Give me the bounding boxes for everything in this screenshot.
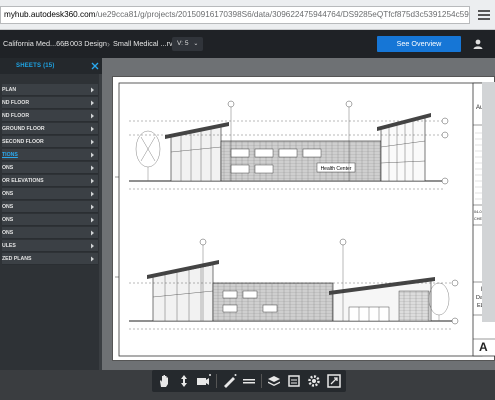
breadcrumb-separator: › [107, 39, 110, 49]
viewer-canvas[interactable]: Health Center CHECK A [102, 58, 495, 370]
breadcrumb-folder[interactable]: 003 Design [70, 30, 107, 58]
sheet-list-item[interactable]: ONS [2, 227, 98, 239]
sheet-list-item-label: ND FLOOR [2, 113, 30, 119]
url-host: myhub.autodesk360.com [4, 10, 96, 19]
chevron-right-icon [91, 113, 94, 119]
chevron-right-icon [91, 230, 94, 236]
sheet-list-item[interactable]: ONS [2, 201, 98, 213]
sheet-list-item-label: ONS [2, 230, 14, 236]
viewer-side-scrollbar[interactable] [482, 82, 495, 322]
sheet-list-item-label: ONS [2, 217, 14, 223]
sheet-list-item-label: OR ELEVATIONS [2, 178, 44, 184]
sheet-list-item[interactable]: ONS [2, 162, 98, 174]
window-bottom-edge [0, 392, 495, 400]
sheet-list-item[interactable]: ONS [2, 214, 98, 226]
orbit-updown-icon[interactable] [176, 373, 192, 389]
breadcrumb-file[interactable]: Small Medical ...rvt [113, 30, 175, 58]
sheet-list-item[interactable]: ND FLOOR [2, 97, 98, 109]
sheet-list-item-label: SECOND FLOOR [2, 139, 44, 145]
sheet-list-item[interactable]: TIONS [2, 149, 98, 161]
sheet-list-item-label: ONS [2, 191, 14, 197]
chevron-right-icon [91, 256, 94, 262]
sheets-panel: SHEETS (15) PLAN ND FLOOR ND FLOOR GROUND F… [0, 58, 102, 370]
chevron-right-icon [91, 165, 94, 171]
layers-icon[interactable] [266, 373, 282, 389]
url-path: /ue29cca81/g/projects/20150916170398S6/d… [95, 10, 470, 19]
title-block-sheet-number: A [479, 340, 488, 354]
chevron-down-icon: ⌄ [193, 41, 199, 47]
sheet-list-item-label: ULES [2, 243, 16, 249]
section-icon[interactable] [241, 373, 257, 389]
pan-hand-icon[interactable] [156, 373, 172, 389]
sheet-list-item[interactable]: GROUND FLOOR [2, 123, 98, 135]
sheet-list-item[interactable]: OR ELEVATIONS [2, 175, 98, 187]
chevron-right-icon [91, 152, 94, 158]
camera-icon[interactable] [195, 373, 211, 389]
sheet-list-item-label: ONS [2, 204, 14, 210]
building-sign-text: Health Center [321, 166, 352, 172]
drawing-sheet: Health Center CHECK A [112, 76, 495, 361]
sheet-list-item-label: GROUND FLOOR [2, 126, 45, 132]
viewer-toolbar [152, 370, 346, 392]
version-label: V: 5 [177, 40, 189, 47]
close-icon[interactable] [91, 62, 99, 70]
sheet-list-item-label: ONS [2, 165, 14, 171]
sheet-list-item-label: TIONS [2, 152, 18, 158]
sheet-list-item[interactable]: ZED PLANS [2, 253, 98, 265]
toolbar-divider [261, 374, 262, 388]
sheets-panel-title: SHEETS (15) [0, 58, 102, 74]
fullscreen-icon[interactable] [326, 373, 342, 389]
chevron-right-icon [91, 178, 94, 184]
chevron-right-icon [91, 204, 94, 210]
sheet-list-item[interactable]: PLAN [2, 84, 98, 96]
sheet-list-item-label: ZED PLANS [2, 256, 32, 262]
app-header: California Med...66B › 003 Design › Smal… [0, 30, 495, 58]
breadcrumb-separator: › [63, 39, 66, 49]
breadcrumb-project[interactable]: California Med...66B [3, 30, 69, 58]
chevron-right-icon [91, 126, 94, 132]
sheet-list-item[interactable]: ND FLOOR [2, 110, 98, 122]
sheet-list-item-label: PLAN [2, 87, 17, 93]
model-browser-icon[interactable] [286, 373, 302, 389]
measure-icon[interactable] [221, 373, 237, 389]
see-overview-button[interactable]: See Overview [377, 36, 461, 52]
sheet-list-item[interactable]: ULES [2, 240, 98, 252]
autodesk-viewer-window: { "browser": { "url_host": "myhub.autode… [0, 0, 495, 400]
chevron-right-icon [91, 100, 94, 106]
chevron-right-icon [91, 243, 94, 249]
chevron-right-icon [91, 191, 94, 197]
user-icon[interactable] [472, 38, 484, 50]
browser-address-bar: myhub.autodesk360.com/ue29cca81/g/projec… [0, 0, 495, 30]
chevron-right-icon [91, 217, 94, 223]
chevron-right-icon [91, 87, 94, 93]
toolbar-divider [216, 374, 217, 388]
url-field[interactable]: myhub.autodesk360.com/ue29cca81/g/projec… [0, 6, 470, 24]
browser-menu-icon[interactable] [477, 9, 491, 21]
sheet-list-item-label: ND FLOOR [2, 100, 30, 106]
version-dropdown[interactable]: V: 5 ⌄ [172, 37, 204, 51]
sheet-list-item[interactable]: SECOND FLOOR [2, 136, 98, 148]
sheet-list-item[interactable]: ONS [2, 188, 98, 200]
chevron-right-icon [91, 139, 94, 145]
settings-icon[interactable] [306, 373, 322, 389]
elevation-drawing: Health Center [115, 82, 495, 357]
